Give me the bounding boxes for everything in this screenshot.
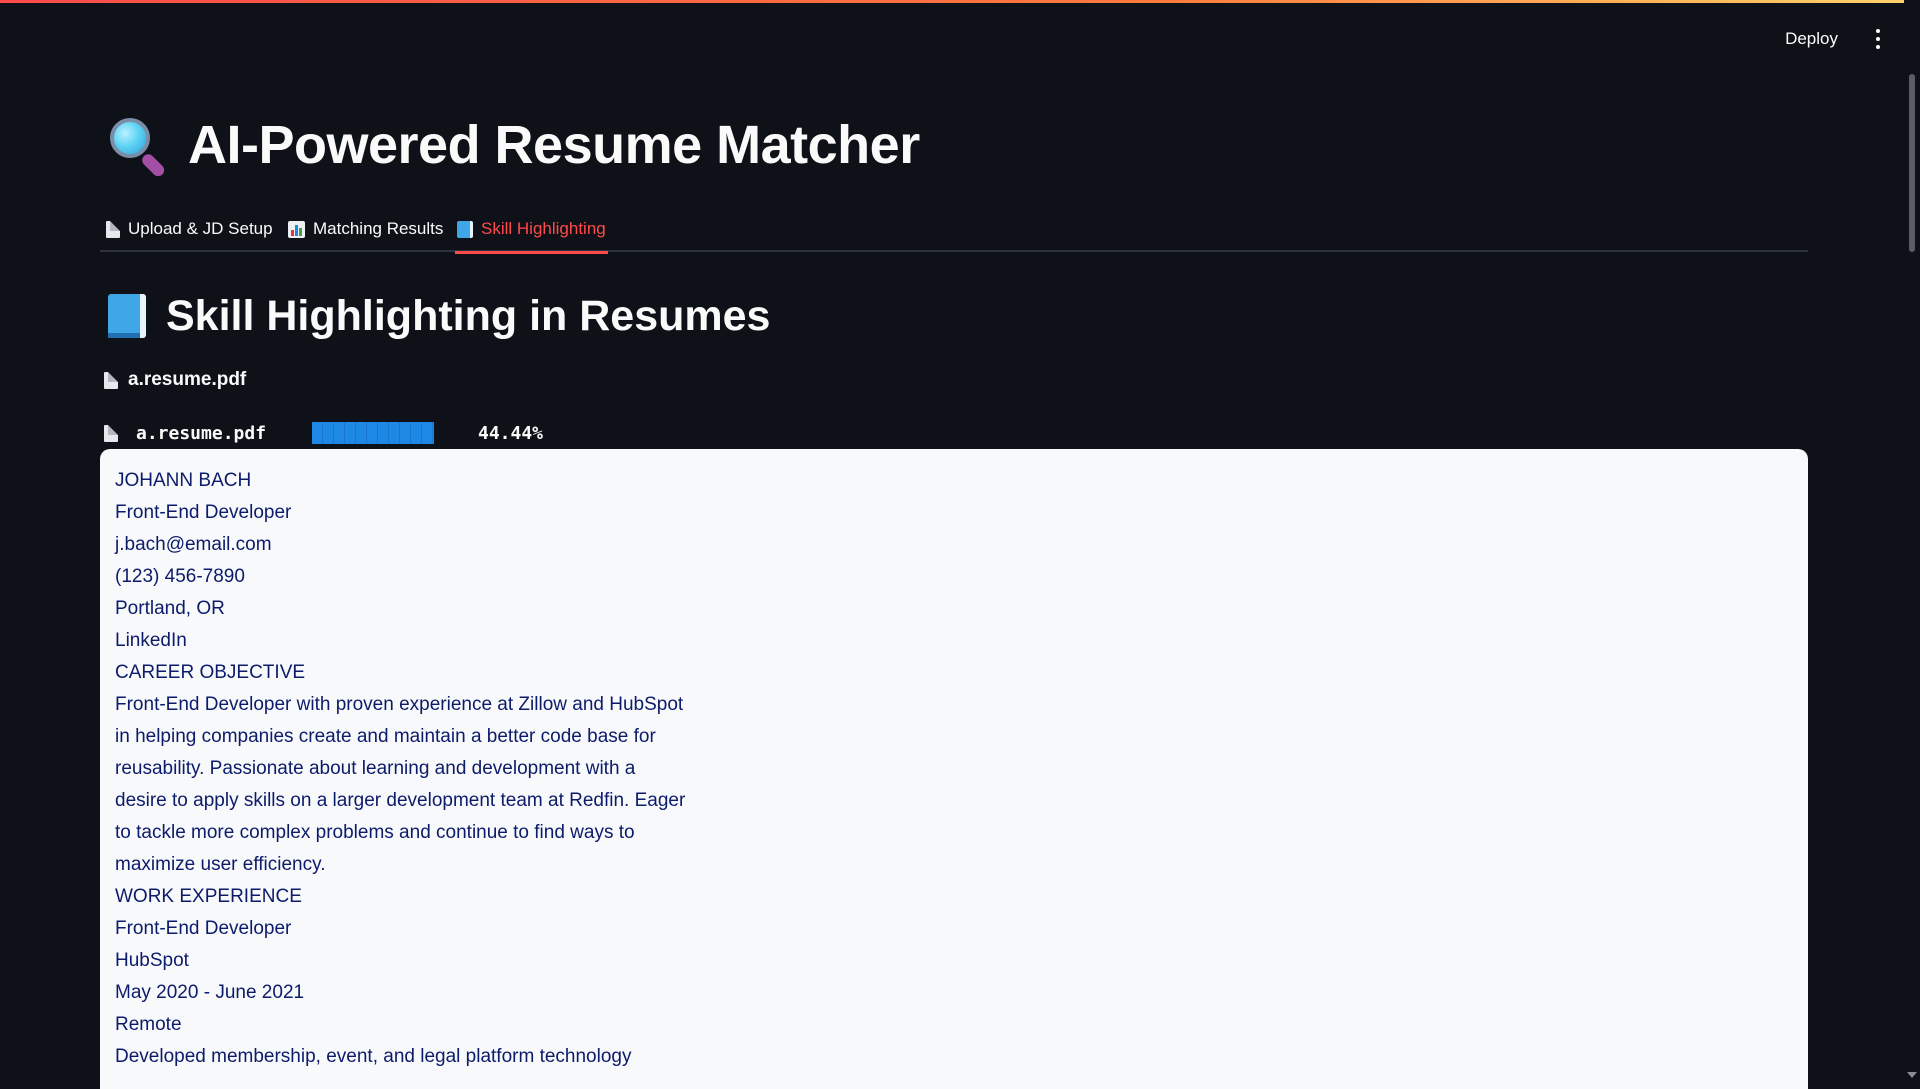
resume-line: Front-End Developer [115, 918, 292, 939]
resume-line: HubSpot [115, 950, 189, 971]
resume-line: JOHANN BACH [115, 470, 252, 491]
tab-label: Upload & JD Setup [128, 219, 273, 238]
score-bar [312, 422, 434, 444]
section-title-text: Skill Highlighting in Resumes [166, 291, 771, 340]
more-vertical-icon[interactable] [1868, 24, 1888, 54]
resume-line: LinkedIn [115, 630, 187, 651]
resume-line: Developed membership, event, and legal p… [115, 1046, 632, 1067]
resume-line: reusability. Passionate about learning a… [115, 758, 636, 779]
resume-line: j.bach@email.com [115, 534, 272, 555]
page-icon [104, 371, 118, 389]
page-icon [106, 220, 120, 238]
resume-line: May 2020 - June 2021 [115, 982, 305, 1003]
page-scrollbar[interactable] [1904, 0, 1920, 1080]
resume-line: (123) 456-7890 [115, 566, 245, 587]
tab-label: Skill Highlighting [481, 219, 606, 238]
magnifying-glass-icon [108, 116, 167, 179]
tab-bar: Upload & JD Setup Matching Results Skill… [100, 206, 1808, 254]
page-title-text: AI-Powered Resume Matcher [188, 115, 920, 175]
resume-line: Remote [115, 1014, 182, 1035]
match-score-row: a.resume.pdf 44.44% [104, 420, 543, 446]
section-title: Skill Highlighting in Resumes [108, 288, 770, 344]
page-icon [104, 424, 118, 442]
tab-skill-highlighting[interactable]: Skill Highlighting [455, 206, 608, 254]
tab-label: Matching Results [313, 219, 444, 238]
tab-matching-results[interactable]: Matching Results [286, 206, 445, 252]
resume-line: maximize user efficiency. [115, 854, 326, 875]
bar-chart-icon [288, 220, 305, 238]
resume-line: in helping companies create and maintain… [115, 726, 656, 747]
resume-line: Front-End Developer [115, 502, 292, 523]
resume-line: Portland, OR [115, 598, 225, 619]
file-heading: a.resume.pdf [104, 368, 246, 392]
score-file-name: a.resume.pdf [136, 422, 267, 444]
scrollbar-thumb[interactable] [1909, 74, 1915, 252]
main-content: AI-Powered Resume Matcher Upload & JD Se… [100, 0, 1808, 1089]
resume-line: Front-End Developer with proven experien… [115, 694, 684, 715]
resume-text-panel: JOHANN BACH Front-End Developer j.bach@ema… [100, 449, 1808, 1089]
resume-line: CAREER OBJECTIVE [115, 662, 306, 683]
score-percent: 44.44% [478, 422, 544, 444]
resume-line: to tackle more complex problems and cont… [115, 822, 635, 843]
file-name: a.resume.pdf [128, 369, 247, 390]
blue-book-icon [457, 220, 473, 238]
scroll-down-arrow-icon[interactable] [1907, 1072, 1917, 1078]
resume-line: WORK EXPERIENCE [115, 886, 302, 907]
blue-book-icon [108, 294, 146, 338]
resume-line: desire to apply skills on a larger devel… [115, 790, 686, 811]
page-title: AI-Powered Resume Matcher [108, 110, 920, 180]
tab-upload-jd-setup[interactable]: Upload & JD Setup [104, 206, 275, 252]
